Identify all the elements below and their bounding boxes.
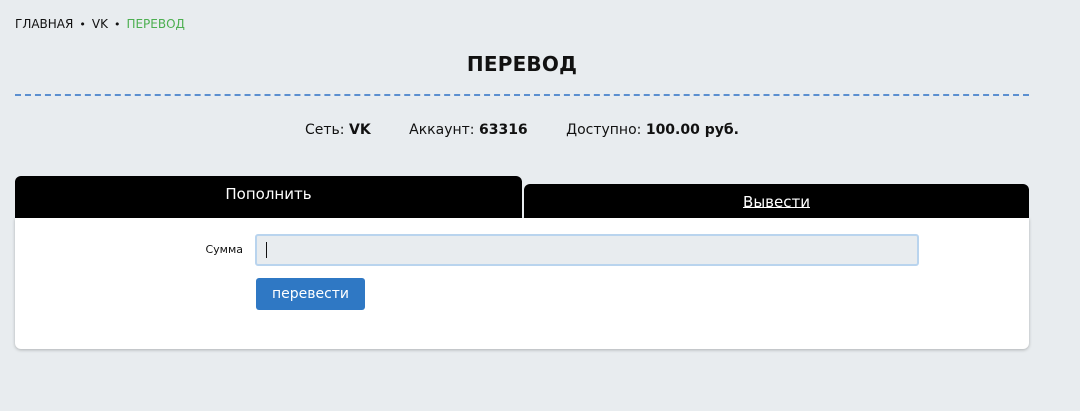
network-info: Сеть: VK	[305, 122, 371, 138]
tab-withdraw-label: Вывести	[743, 193, 810, 211]
title-divider	[15, 94, 1029, 96]
breadcrumb-home-link[interactable]: ГЛАВНАЯ	[15, 17, 73, 31]
transfer-form: Сумма перевести	[15, 218, 1029, 349]
page-title: ПЕРЕВОД	[466, 52, 578, 76]
network-value: VK	[348, 122, 371, 138]
account-info: Сеть: VK Аккаунт: 63316 Доступно: 100.00…	[15, 122, 1029, 138]
breadcrumb-current: ПЕРЕВОД	[126, 17, 185, 31]
tab-deposit[interactable]: Пополнить	[15, 176, 522, 218]
account-label: Аккаунт:	[409, 122, 475, 138]
amount-label: Сумма	[205, 243, 243, 256]
transfer-panel: Пополнить Вывести Сумма перевести	[15, 176, 1029, 349]
amount-input[interactable]	[255, 234, 919, 266]
available-value: 100.00 руб.	[645, 122, 739, 138]
available-info: Доступно: 100.00 руб.	[566, 122, 739, 138]
breadcrumb-vk-link[interactable]: VK	[92, 17, 108, 31]
transfer-button[interactable]: перевести	[256, 278, 365, 310]
breadcrumb: ГЛАВНАЯ • VK • ПЕРЕВОД	[15, 17, 185, 32]
text-caret	[266, 242, 267, 258]
tab-withdraw[interactable]: Вывести	[524, 184, 1029, 218]
account-value: 63316	[478, 122, 528, 138]
breadcrumb-separator: •	[113, 18, 121, 31]
breadcrumb-separator: •	[79, 18, 86, 31]
network-label: Сеть:	[305, 122, 345, 138]
account-info-item: Аккаунт: 63316	[409, 122, 528, 138]
available-label: Доступно:	[566, 122, 642, 138]
